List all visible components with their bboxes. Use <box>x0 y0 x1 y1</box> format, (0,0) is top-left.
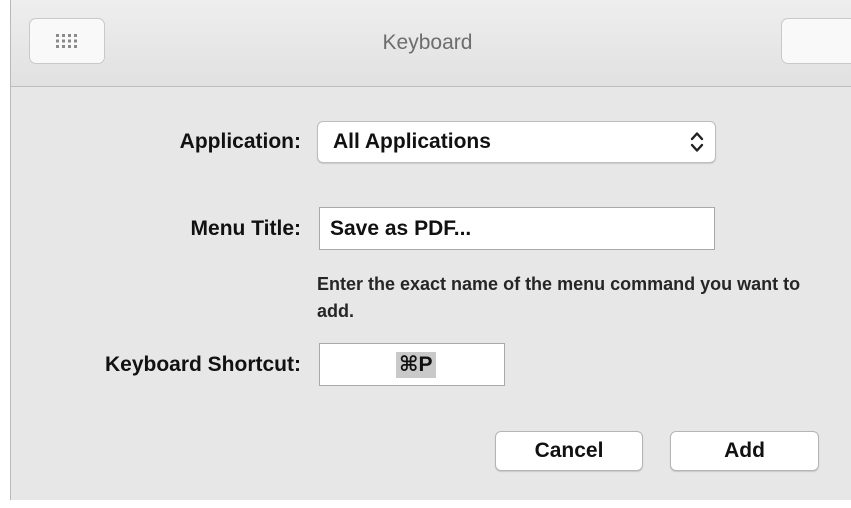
application-label: Application: <box>179 130 301 153</box>
add-button[interactable]: Add <box>670 431 819 471</box>
keyboard-shortcut-label: Keyboard Shortcut: <box>104 353 301 376</box>
keyboard-dialog-window: Keyboard Application: All Applications M… <box>10 0 851 500</box>
menu-title-label: Menu Title: <box>190 217 301 240</box>
keyboard-shortcut-value: ⌘P <box>396 352 436 378</box>
application-popup[interactable]: All Applications <box>317 121 716 163</box>
search-field[interactable] <box>781 18 851 64</box>
menu-title-help-text: Enter the exact name of the menu command… <box>317 274 801 321</box>
menu-title-input[interactable]: Save as PDF... <box>319 207 715 250</box>
chevron-up-down-icon <box>690 132 704 152</box>
cancel-button[interactable]: Cancel <box>495 431 643 471</box>
window-title: Keyboard <box>382 31 473 54</box>
title-bar: Keyboard <box>11 0 851 87</box>
application-popup-value: All Applications <box>333 130 491 153</box>
keyboard-shortcut-field[interactable]: ⌘P <box>319 343 505 386</box>
menu-title-input-value: Save as PDF... <box>330 217 472 240</box>
